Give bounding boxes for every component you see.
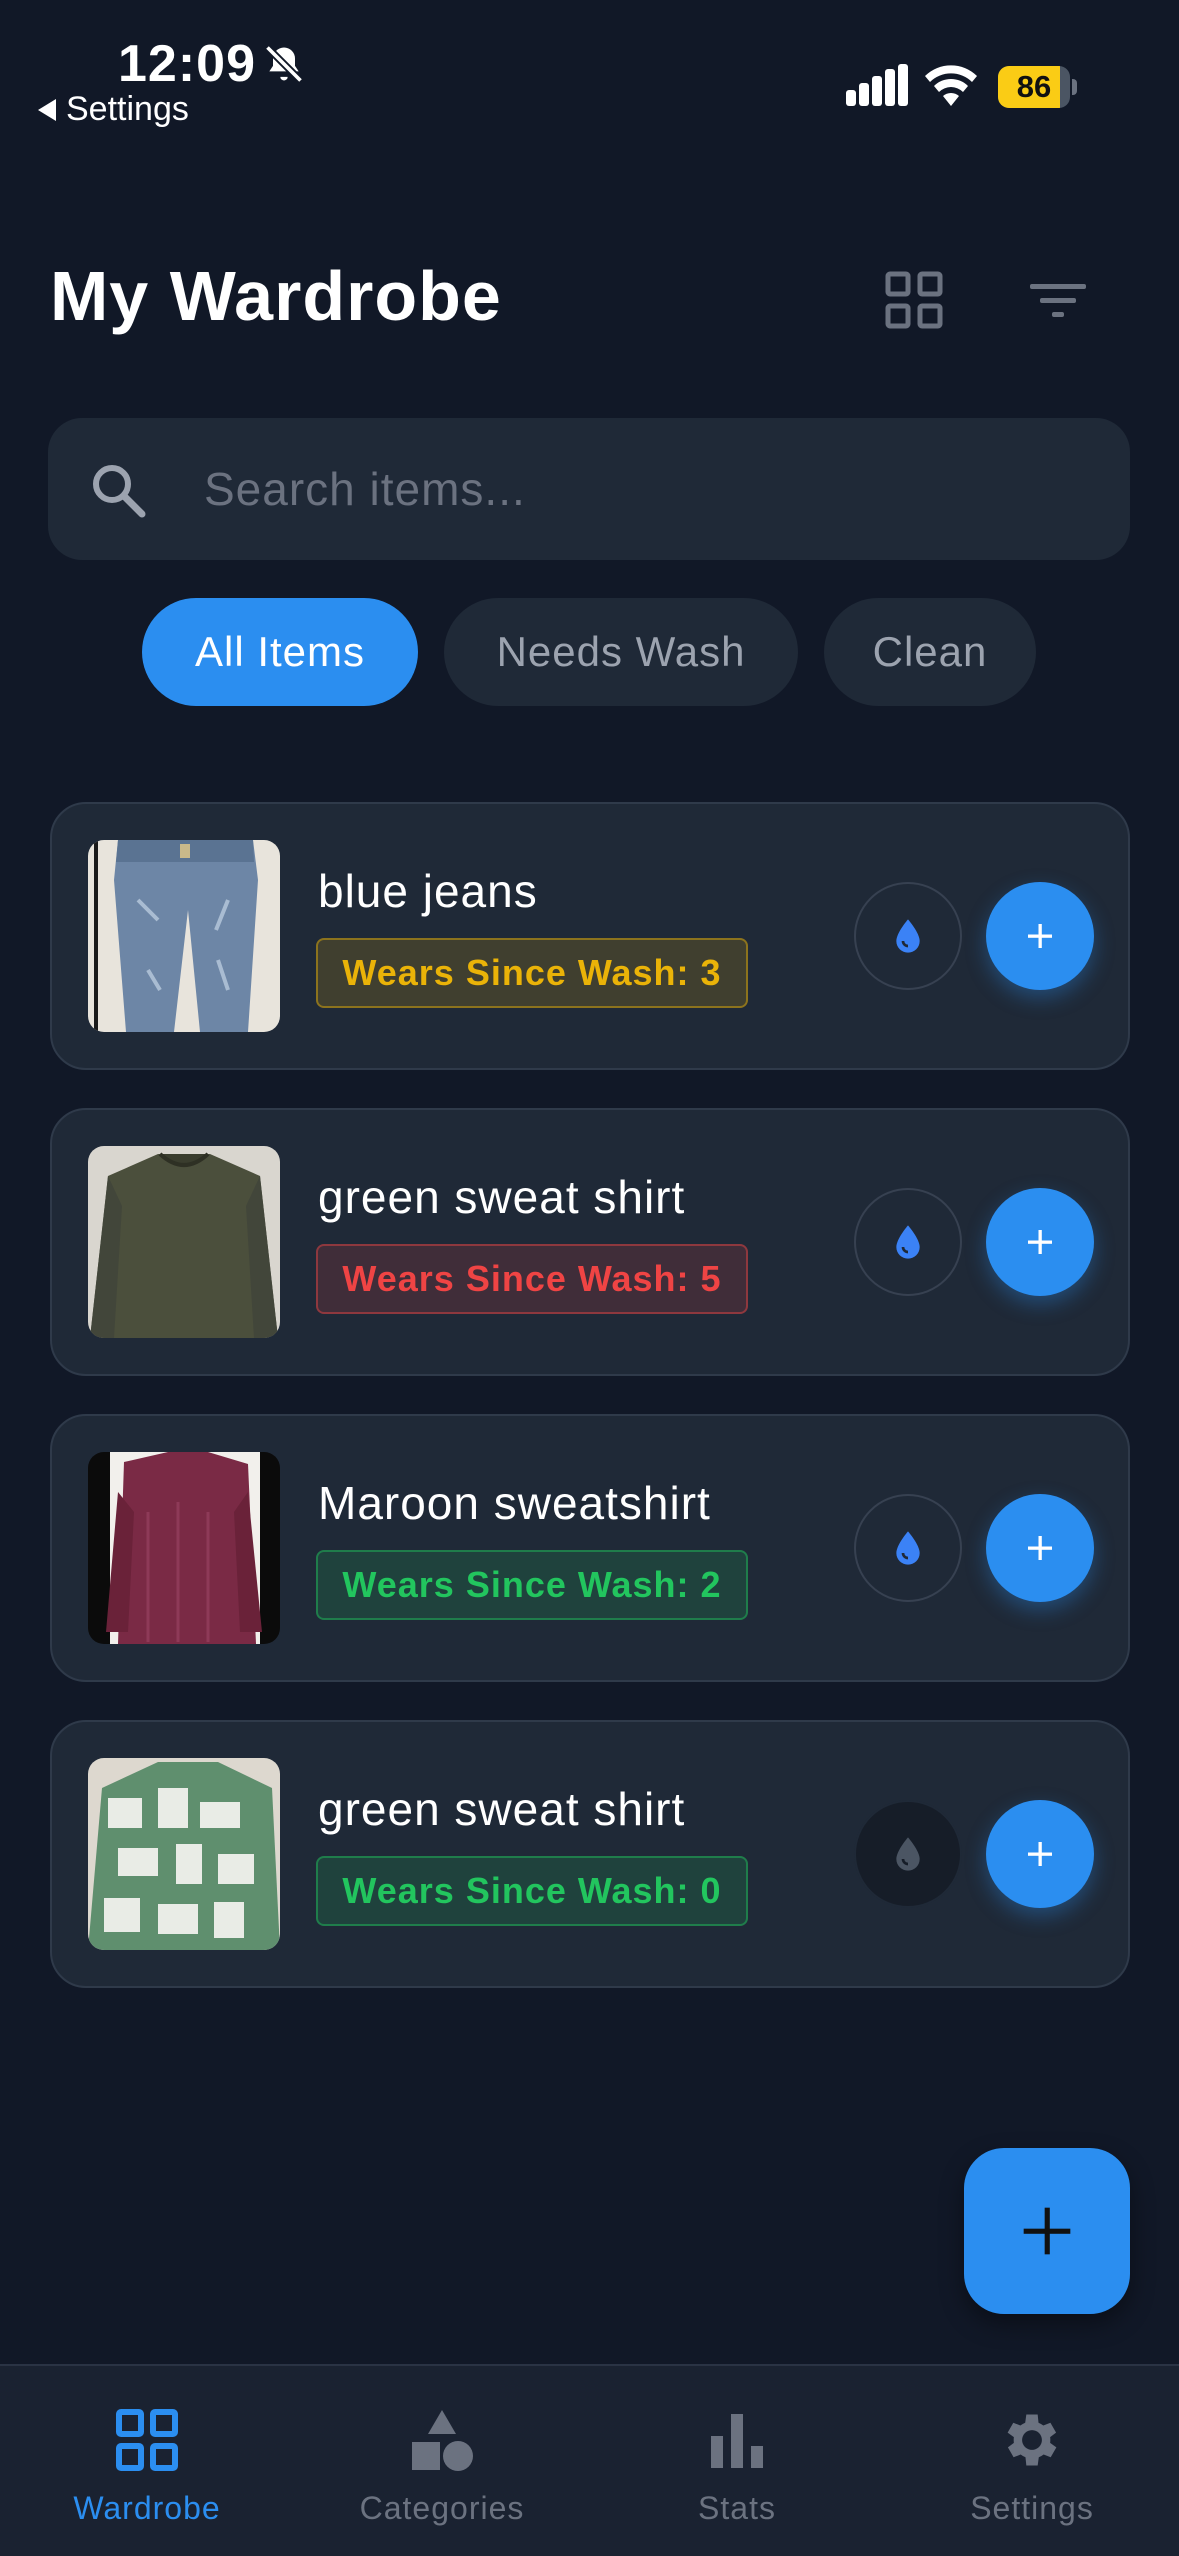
item-name: green sweat shirt [318, 1783, 686, 1835]
plus-icon [1028, 1230, 1052, 1254]
wardrobe-item-card[interactable]: green sweat shirt Wears Since Wash: 5 [50, 1108, 1130, 1376]
bell-off-icon [264, 44, 304, 84]
plus-icon [1028, 924, 1052, 948]
water-drop-icon [896, 919, 920, 953]
bottom-navigation: Wardrobe Categories Stats Settings [0, 2364, 1179, 2556]
add-item-fab[interactable] [964, 2148, 1130, 2314]
plus-icon [1023, 2207, 1071, 2255]
add-wear-button[interactable] [986, 882, 1094, 990]
filter-chip-needs-wash[interactable]: Needs Wash [444, 598, 798, 706]
wifi-icon [925, 65, 977, 106]
nav-label: Settings [970, 2490, 1094, 2526]
nav-label: Stats [698, 2490, 776, 2526]
wears-since-wash-badge: Wears Since Wash: 5 [316, 1244, 748, 1314]
water-drop-icon [896, 1837, 920, 1871]
mark-washed-button[interactable] [854, 882, 962, 990]
wardrobe-item-card[interactable]: Maroon sweatshirt Wears Since Wash: 2 [50, 1414, 1130, 1682]
item-name: blue jeans [318, 865, 538, 917]
search-input[interactable] [204, 448, 1084, 530]
battery-level: 86 [1016, 69, 1052, 104]
mark-washed-button[interactable] [854, 1188, 962, 1296]
battery-indicator: 86 [998, 66, 1077, 108]
nav-item-categories[interactable]: Categories [295, 2366, 589, 2556]
item-photo-patterned-sweatshirt [88, 1758, 280, 1950]
wardrobe-item-card[interactable]: blue jeans Wears Since Wash: 3 [50, 802, 1130, 1070]
nav-item-settings[interactable]: Settings [885, 2366, 1179, 2556]
plus-icon [1028, 1842, 1052, 1866]
item-photo-maroon-sweatshirt [88, 1452, 280, 1644]
water-drop-icon [896, 1531, 920, 1565]
filter-chip-label: All Items [194, 628, 366, 675]
item-photo-green-sweatshirt [88, 1146, 280, 1338]
filter-chip-clean[interactable]: Clean [824, 598, 1036, 706]
item-name: green sweat shirt [318, 1171, 686, 1223]
water-drop-icon [896, 1225, 920, 1259]
add-wear-button[interactable] [986, 1494, 1094, 1602]
filter-button[interactable] [1018, 260, 1098, 340]
status-time: 12:09 [118, 35, 256, 93]
grid-view-icon [885, 271, 943, 329]
nav-item-wardrobe[interactable]: Wardrobe [0, 2366, 294, 2556]
item-photo-jeans [88, 840, 280, 1032]
status-bar: 12:09 Settings 86 [0, 0, 1179, 140]
shapes-icon [412, 2410, 473, 2471]
nav-item-stats[interactable]: Stats [590, 2366, 884, 2556]
mark-washed-button-disabled[interactable] [854, 1800, 962, 1908]
nav-label: Categories [359, 2490, 525, 2526]
gear-icon [1007, 2414, 1057, 2466]
add-wear-button[interactable] [986, 1188, 1094, 1296]
filter-icon [1030, 284, 1086, 317]
wears-since-wash-badge: Wears Since Wash: 3 [316, 938, 748, 1008]
bar-chart-icon [711, 2414, 763, 2468]
back-arrow-icon [38, 98, 56, 121]
add-wear-button[interactable] [986, 1800, 1094, 1908]
filter-chip-label: Clean [872, 628, 988, 675]
grid-view-button[interactable] [874, 260, 954, 340]
back-to-settings-link[interactable]: Settings [38, 90, 189, 129]
page-title: My Wardrobe [50, 257, 502, 335]
item-name: Maroon sweatshirt [318, 1477, 711, 1529]
wears-since-wash-badge: Wears Since Wash: 2 [316, 1550, 748, 1620]
back-label: Settings [66, 90, 189, 128]
wardrobe-item-card[interactable]: green sweat shirt Wears Since Wash: 0 [50, 1720, 1130, 1988]
wears-since-wash-badge: Wears Since Wash: 0 [316, 1856, 748, 1926]
cellular-signal-icon [846, 64, 908, 106]
filter-chip-label: Needs Wash [496, 628, 746, 675]
grid-icon [116, 2409, 178, 2471]
filter-chip-all-items[interactable]: All Items [142, 598, 418, 706]
nav-label: Wardrobe [73, 2490, 221, 2526]
plus-icon [1028, 1536, 1052, 1560]
mark-washed-button[interactable] [854, 1494, 962, 1602]
search-icon [93, 465, 146, 518]
